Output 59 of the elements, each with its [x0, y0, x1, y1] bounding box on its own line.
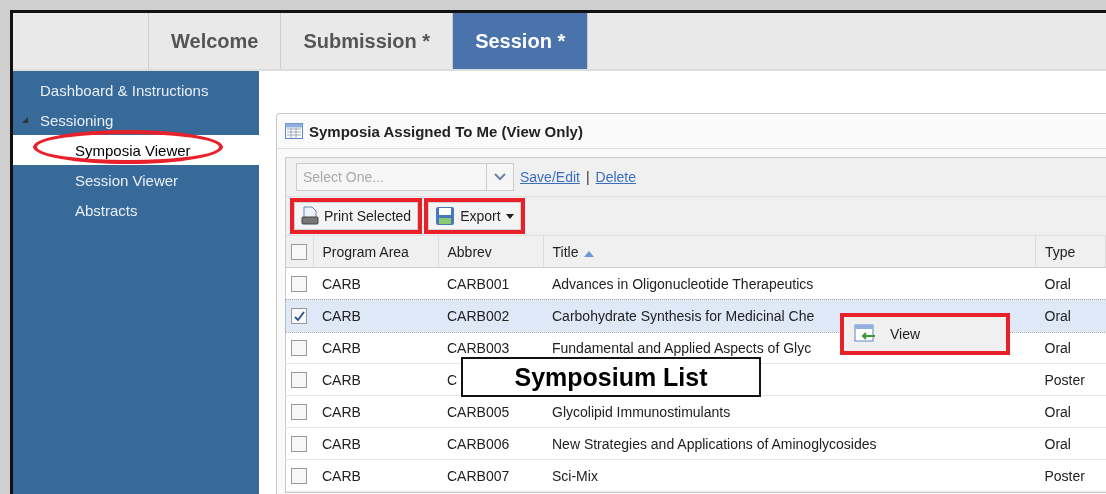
checkbox[interactable]: [291, 244, 307, 261]
link[interactable]: Delete: [595, 169, 637, 185]
table-cell: CARB: [322, 339, 361, 356]
check-icon: [293, 310, 305, 322]
panel-title: Symposia Assigned To Me (View Only): [309, 122, 583, 140]
column-header[interactable]: Title: [543, 236, 1036, 268]
table-cell: CARB006: [447, 435, 510, 452]
checkbox[interactable]: [291, 404, 307, 421]
chevron-down-icon: [494, 173, 506, 181]
sidebar-item[interactable]: Sessioning: [13, 105, 259, 135]
table-cell: Oral: [1044, 435, 1071, 452]
table-cell: Poster: [1044, 371, 1085, 388]
table-cell: C: [447, 371, 458, 388]
callout-label: Symposium List: [461, 357, 761, 397]
print-button[interactable]: Print Selected: [294, 202, 419, 230]
table-cell: CARB005: [447, 403, 510, 420]
tab[interactable]: Session *: [453, 13, 589, 69]
column-header[interactable]: Type: [1035, 236, 1106, 268]
dropdown-button[interactable]: [486, 163, 514, 191]
checkbox[interactable]: [291, 340, 307, 357]
table-cell: Sci-Mix: [552, 467, 598, 484]
table-cell: CARB: [322, 371, 361, 388]
table-cell: CARB: [322, 403, 361, 420]
table-cell: CARB002: [447, 307, 510, 324]
column-header[interactable]: Abbrev: [438, 236, 543, 268]
context-menu-item[interactable]: View: [840, 313, 1010, 355]
sidebar-item[interactable]: Abstracts: [13, 195, 259, 225]
sidebar-item[interactable]: Dashboard & Instructions: [13, 75, 259, 105]
table-cell: CARB: [322, 435, 361, 452]
table-cell: Oral: [1044, 307, 1071, 324]
printer-icon: [301, 206, 319, 226]
checkbox[interactable]: [291, 372, 307, 389]
export-button[interactable]: Export: [428, 202, 521, 230]
table-cell: Oral: [1044, 339, 1071, 356]
table-cell: CARB: [322, 307, 361, 324]
table-cell: Oral: [1044, 275, 1071, 292]
column-header[interactable]: Program Area: [313, 236, 438, 268]
table-cell: Advances in Oligonucleotide Therapeutics: [552, 275, 814, 292]
checkbox[interactable]: [291, 468, 307, 485]
sidebar-item[interactable]: Session Viewer: [13, 165, 259, 195]
table-cell: Poster: [1044, 467, 1085, 484]
table-cell: CARB003: [447, 339, 510, 356]
link-separator: |: [585, 169, 590, 185]
table-cell: Glycolipid Immunostimulants: [552, 403, 731, 420]
checkbox[interactable]: [291, 308, 307, 325]
table-cell: CARB007: [447, 467, 510, 484]
link[interactable]: Save/Edit: [520, 169, 580, 185]
table-cell: Fundamental and Applied Aspects of Glyc: [552, 339, 812, 356]
checkbox[interactable]: [291, 436, 307, 453]
table-cell: New Strategies and Applications of Aminoglycosides: [552, 435, 877, 452]
table-cell: CARB001: [447, 275, 510, 292]
table-cell: CARB: [322, 275, 361, 292]
table-cell: CARB: [322, 467, 361, 484]
table-cell: Carbohydrate Synthesis for Medicinal Che: [552, 307, 815, 324]
table-cell: Oral: [1044, 403, 1071, 420]
caret-icon: [505, 213, 514, 219]
select-field[interactable]: Select One...: [296, 163, 486, 191]
checkbox[interactable]: [291, 276, 307, 293]
table-icon: [285, 123, 303, 139]
